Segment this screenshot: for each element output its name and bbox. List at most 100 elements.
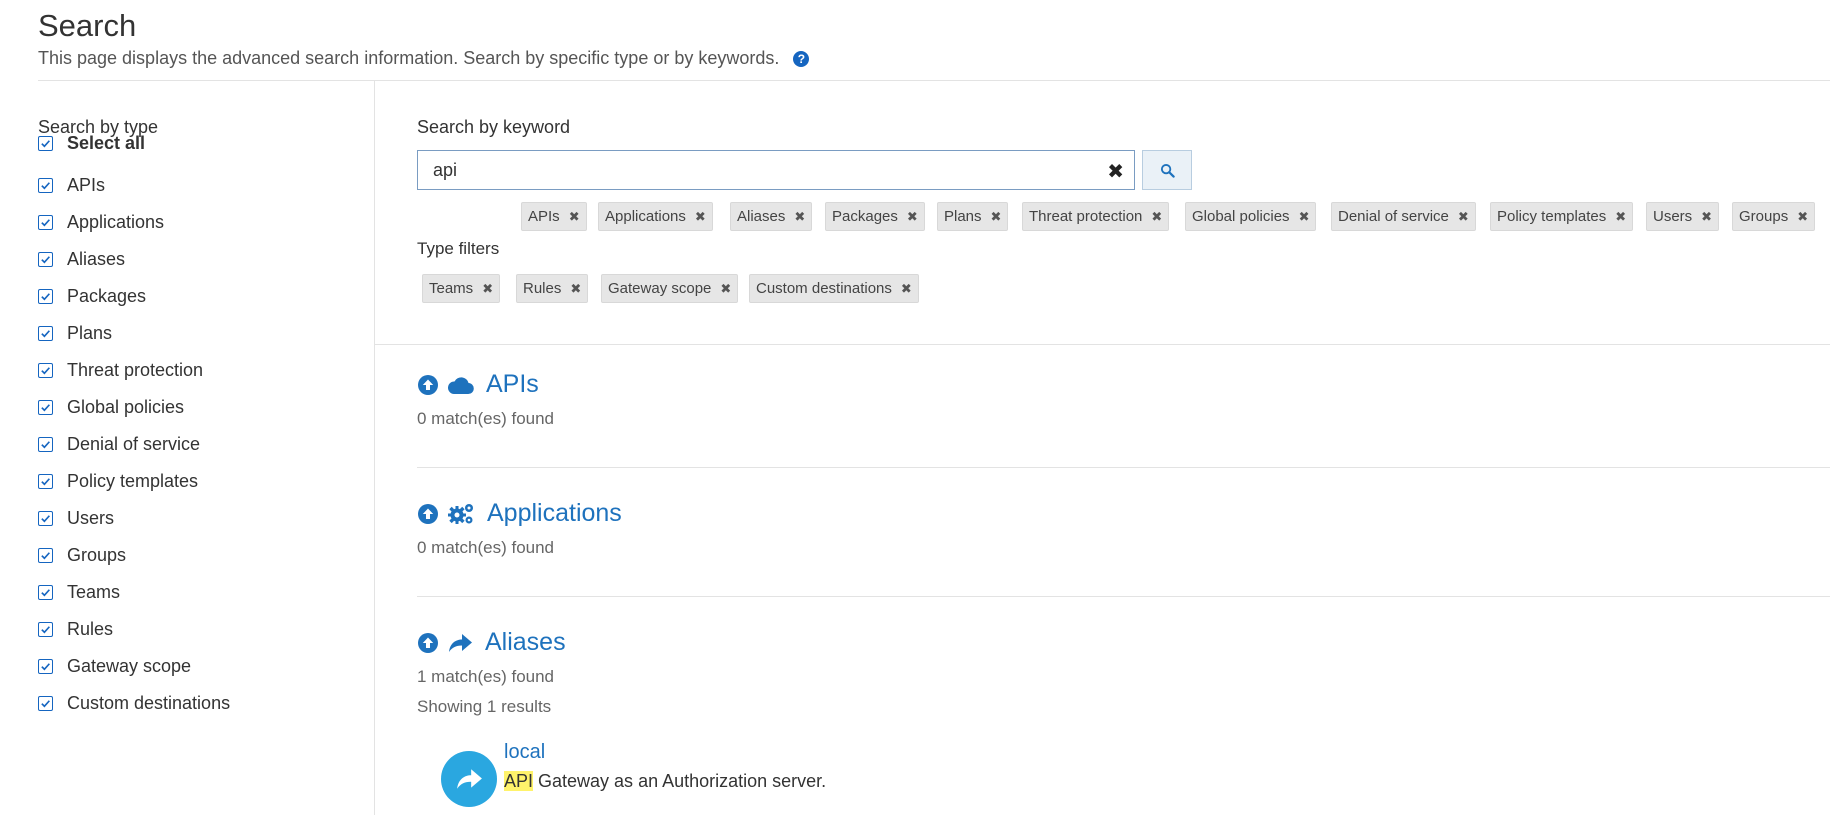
remove-chip-icon[interactable]: ✖	[570, 281, 581, 297]
section-divider	[417, 467, 1830, 468]
collapse-up-icon[interactable]	[417, 374, 439, 396]
collapse-up-icon[interactable]	[417, 503, 439, 525]
collapse-up-icon[interactable]	[417, 632, 439, 654]
filter-chip-applications[interactable]: Applications ✖	[598, 202, 713, 231]
type-checkbox-gateway-scope[interactable]: Gateway scope	[38, 656, 191, 677]
checkbox-checked-icon[interactable]	[38, 622, 53, 637]
type-checkbox-rules[interactable]: Rules	[38, 619, 113, 640]
checkbox-checked-icon[interactable]	[38, 474, 53, 489]
type-checkbox-policy-templates[interactable]: Policy templates	[38, 471, 198, 492]
checkbox-checked-icon[interactable]	[38, 215, 53, 230]
match-count: 0 match(es) found	[417, 409, 555, 428]
checkbox-checked-icon[interactable]	[38, 178, 53, 193]
filter-chip-users[interactable]: Users ✖	[1646, 202, 1720, 231]
remove-chip-icon[interactable]: ✖	[482, 281, 493, 297]
checkbox-checked-icon[interactable]	[38, 289, 53, 304]
type-checkbox-aliases[interactable]: Aliases	[38, 249, 125, 270]
type-label: Global policies	[67, 397, 185, 417]
checkbox-checked-icon[interactable]	[38, 363, 53, 378]
filter-chip-plans[interactable]: Plans ✖	[937, 202, 1009, 231]
page-description-text: This page displays the advanced search i…	[38, 48, 780, 68]
checkbox-checked-icon[interactable]	[38, 400, 53, 415]
checkbox-checked-icon[interactable]	[38, 696, 53, 711]
checkbox-checked-icon[interactable]	[38, 437, 53, 452]
remove-chip-icon[interactable]: ✖	[1151, 209, 1162, 225]
checkbox-checked-icon[interactable]	[38, 548, 53, 563]
chip-label: Rules	[523, 280, 562, 297]
checkbox-checked-icon[interactable]	[38, 252, 53, 267]
select-all-checkbox[interactable]: Select all	[38, 133, 145, 154]
checkbox-checked-icon[interactable]	[38, 136, 53, 151]
type-checkbox-plans[interactable]: Plans	[38, 323, 112, 344]
type-checkbox-denial-of-service[interactable]: Denial of service	[38, 434, 200, 455]
filter-chip-rules[interactable]: Rules ✖	[516, 274, 589, 303]
search-highlight: API	[504, 771, 534, 791]
type-label: Policy templates	[67, 471, 199, 491]
chip-label: Denial of service	[1338, 208, 1449, 225]
result-description: API Gateway as an Authorization server.	[504, 771, 826, 792]
type-label: APIs	[67, 175, 106, 195]
type-checkbox-threat-protection[interactable]: Threat protection	[38, 360, 203, 381]
filter-chip-policy-templates[interactable]: Policy templates ✖	[1490, 202, 1634, 231]
type-label: Denial of service	[67, 434, 201, 454]
search-by-keyword-label: Search by keyword	[417, 117, 571, 137]
chip-label: Policy templates	[1497, 208, 1607, 225]
remove-chip-icon[interactable]: ✖	[1458, 209, 1469, 225]
remove-chip-icon[interactable]: ✖	[1299, 209, 1310, 225]
filter-chip-aliases[interactable]: Aliases ✖	[730, 202, 813, 231]
filter-chip-teams[interactable]: Teams ✖	[422, 274, 501, 303]
remove-chip-icon[interactable]: ✖	[1701, 209, 1712, 225]
clear-search-icon[interactable]: ✖	[1107, 159, 1124, 184]
result-title-link[interactable]: local	[504, 741, 545, 764]
filter-chip-apis[interactable]: APIs ✖	[521, 202, 587, 231]
type-checkbox-applications[interactable]: Applications	[38, 212, 164, 233]
type-checkbox-apis[interactable]: APIs	[38, 175, 105, 196]
help-icon[interactable]: ?	[793, 50, 810, 67]
match-count: 1 match(es) found	[417, 667, 555, 686]
type-checkbox-groups[interactable]: Groups	[38, 545, 126, 566]
type-label: Users	[67, 508, 115, 528]
section-divider	[417, 596, 1830, 597]
section-title[interactable]: APIs	[486, 370, 539, 399]
checkbox-checked-icon[interactable]	[38, 511, 53, 526]
keyword-search-input[interactable]	[418, 158, 1095, 182]
remove-chip-icon[interactable]: ✖	[901, 281, 912, 297]
type-checkbox-custom-destinations[interactable]: Custom destinations	[38, 693, 230, 714]
remove-chip-icon[interactable]: ✖	[695, 209, 706, 225]
type-checkbox-teams[interactable]: Teams	[38, 582, 120, 603]
remove-chip-icon[interactable]: ✖	[794, 209, 805, 225]
section-apis: APIs 0 match(es) found	[417, 370, 1830, 429]
remove-chip-icon[interactable]: ✖	[569, 209, 580, 225]
search-button[interactable]	[1142, 150, 1192, 190]
remove-chip-icon[interactable]: ✖	[720, 281, 731, 297]
filter-chip-packages[interactable]: Packages ✖	[825, 202, 925, 231]
section-title[interactable]: Applications	[487, 499, 622, 528]
filter-chip-global-policies[interactable]: Global policies ✖	[1185, 202, 1317, 231]
type-label: Applications	[67, 212, 165, 232]
type-checkbox-packages[interactable]: Packages	[38, 286, 146, 307]
remove-chip-icon[interactable]: ✖	[1615, 209, 1626, 225]
filter-chip-gateway-scope[interactable]: Gateway scope ✖	[601, 274, 739, 303]
cloud-icon	[447, 376, 474, 394]
section-title[interactable]: Aliases	[485, 628, 566, 657]
checkbox-checked-icon[interactable]	[38, 659, 53, 674]
filter-chip-custom-destinations[interactable]: Custom destinations ✖	[749, 274, 919, 303]
chip-label: Plans	[944, 208, 982, 225]
filter-chip-denial-of-service[interactable]: Denial of service ✖	[1331, 202, 1476, 231]
type-label: Custom destinations	[67, 693, 231, 713]
checkbox-checked-icon[interactable]	[38, 585, 53, 600]
checkbox-checked-icon[interactable]	[38, 326, 53, 341]
remove-chip-icon[interactable]: ✖	[991, 209, 1002, 225]
filter-chip-threat-protection[interactable]: Threat protection ✖	[1022, 202, 1170, 231]
type-checkbox-global-policies[interactable]: Global policies	[38, 397, 184, 418]
chip-label: Groups	[1739, 208, 1789, 225]
type-label: Plans	[67, 323, 113, 343]
filter-chip-groups[interactable]: Groups ✖	[1732, 202, 1816, 231]
type-label: Groups	[67, 545, 127, 565]
remove-chip-icon[interactable]: ✖	[907, 209, 918, 225]
type-checkbox-users[interactable]: Users	[38, 508, 114, 529]
chip-label: Gateway scope	[608, 280, 712, 297]
remove-chip-icon[interactable]: ✖	[1797, 209, 1808, 225]
result-description-text: Gateway as an Authorization server.	[533, 771, 827, 791]
chip-label: Users	[1653, 208, 1693, 225]
